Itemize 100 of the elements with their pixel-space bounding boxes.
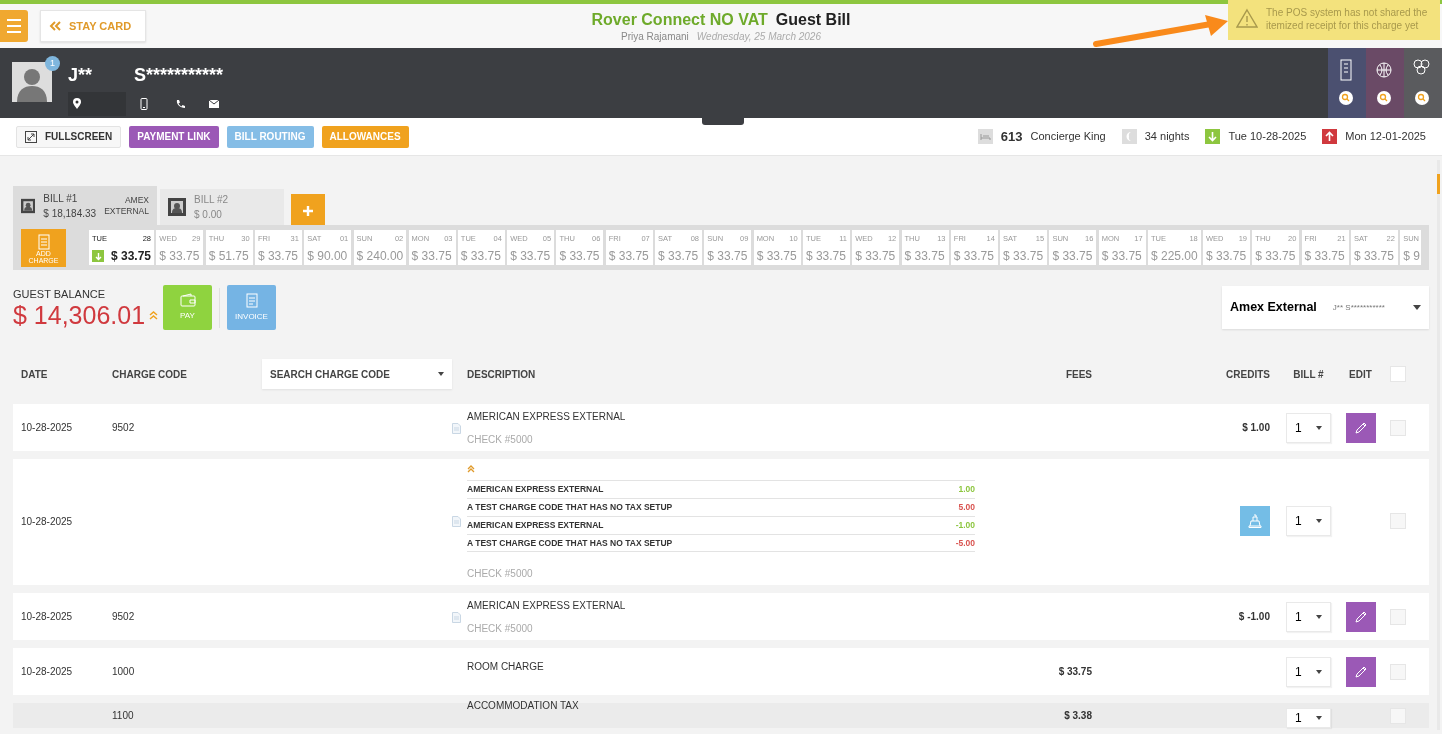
- description-cell-text: AMERICAN EXPRESS EXTERNAL: [467, 409, 627, 424]
- document-icon: [245, 292, 258, 308]
- row-checkbox[interactable]: [1390, 608, 1406, 625]
- day-amount: $ 33.75: [510, 248, 551, 265]
- detail-description: A TEST CHARGE CODE THAT HAS NO TAX SETUP: [467, 536, 673, 550]
- notice-text: The POS system has not shared the itemized receipt for this charge yet: [1266, 7, 1428, 31]
- caret-down-icon: [1316, 716, 1322, 720]
- arrow-down-icon: [1207, 131, 1219, 142]
- balance-amount: $ 14,306.01: [13, 302, 146, 330]
- select-all-checkbox[interactable]: [1390, 366, 1406, 382]
- description-cell-text: AMERICAN EXPRESS EXTERNAL: [467, 598, 627, 613]
- day-amount: $ 33.75: [953, 248, 994, 265]
- day-amount: $ 33.75: [855, 248, 896, 265]
- date-cell-text: 10-28-2025: [21, 421, 74, 435]
- row-checkbox[interactable]: [1390, 419, 1406, 436]
- departure-date: Mon 12-01-2025: [1345, 129, 1426, 145]
- column-header: DESCRIPTION: [467, 367, 537, 382]
- arrival-date: Tue 10-28-2025: [1228, 129, 1307, 145]
- edit-button[interactable]: [1345, 601, 1376, 632]
- bill-amount: $ 18,184.33: [43, 206, 97, 221]
- column-header: FEES: [1064, 367, 1092, 382]
- action-button[interactable]: BILL ROUTING: [226, 125, 314, 148]
- bill-tab[interactable]: BILL #1 $ 18,184.33 AMEX EXTERNAL: [13, 186, 157, 225]
- pay-button[interactable]: PAY: [163, 285, 212, 330]
- register-icon: [1248, 514, 1262, 528]
- column-header: CREDITS: [1225, 367, 1271, 382]
- bill-number-select[interactable]: 1: [1286, 412, 1331, 443]
- info-tile[interactable]: [1404, 48, 1442, 118]
- day-amount: $ 33.75: [159, 248, 200, 265]
- detail-description: A TEST CHARGE CODE THAT HAS NO TAX SETUP: [467, 501, 673, 514]
- fees-cell-text: $ 3.38: [1063, 709, 1092, 723]
- menu-button[interactable]: [0, 10, 28, 42]
- balance-label: GUEST BALANCE: [13, 286, 107, 302]
- room-type: Concierge King: [1030, 129, 1106, 145]
- bill-number-select[interactable]: 1: [1286, 656, 1331, 687]
- day-amount: $ 225.00: [1151, 248, 1198, 265]
- count-badge: 1: [45, 56, 60, 71]
- day-amount: $ 90.00: [307, 248, 348, 265]
- nights-count: 34 nights: [1144, 129, 1190, 145]
- day-amount: $ 240.00: [356, 248, 404, 265]
- charge-code-filter[interactable]: SEARCH CHARGE CODE: [262, 359, 452, 389]
- day-amount: $ 33.75: [559, 248, 600, 265]
- room-number: 613: [1000, 127, 1023, 146]
- note-text: CHECK #5000: [467, 567, 534, 581]
- action-button[interactable]: ALLOWANCES: [321, 125, 409, 148]
- guest-last-name: S***********: [134, 64, 224, 87]
- location-field[interactable]: [68, 92, 126, 116]
- action-button[interactable]: PAYMENT LINK: [129, 125, 219, 148]
- day-amount: $ 33.75: [257, 248, 298, 265]
- day-amount: $ 33.75: [904, 248, 945, 265]
- bill-payer: AMEX EXTERNAL: [104, 194, 149, 217]
- receipt-icon: [37, 233, 50, 250]
- bill-number-select[interactable]: 1: [1286, 601, 1331, 632]
- day-amount: $ 33.75: [756, 248, 797, 265]
- double-chevron-up-icon[interactable]: [467, 465, 475, 474]
- double-chevron-left-icon: [49, 21, 61, 31]
- charge-code-cell-text: 9502: [112, 610, 136, 624]
- wallet-icon: [179, 293, 196, 307]
- person-card-icon: [168, 198, 186, 216]
- day-amount: $ 33.75: [1304, 248, 1345, 265]
- detail-description: AMERICAN EXPRESS EXTERNAL: [467, 483, 604, 496]
- row-checkbox[interactable]: [1390, 513, 1406, 529]
- row-checkbox[interactable]: [1390, 663, 1406, 680]
- bill-number-select[interactable]: 1: [1286, 506, 1331, 536]
- mail-icon[interactable]: [209, 100, 219, 108]
- invoice-button[interactable]: INVOICE: [227, 285, 276, 330]
- guest-first-name: J**: [68, 64, 94, 87]
- receipt-button[interactable]: [1240, 506, 1270, 536]
- day-amount: $ 33.75: [707, 248, 748, 265]
- bill-label: BILL #1: [43, 191, 79, 206]
- payer-dropdown[interactable]: Amex External J** S***********: [1222, 286, 1429, 329]
- detail-description: AMERICAN EXPRESS EXTERNAL: [467, 519, 604, 532]
- day-amount: $ 33.75: [1101, 248, 1142, 265]
- phone-icon[interactable]: [175, 99, 185, 109]
- back-button[interactable]: STAY CARD: [40, 10, 147, 42]
- add-bill-button[interactable]: [291, 194, 325, 225]
- charge-code-cell-text: 9502: [112, 421, 136, 435]
- credits-cell-text: $ -1.00: [1238, 610, 1270, 624]
- bill-tab[interactable]: BILL #2 $ 0.00: [160, 189, 284, 225]
- note-text: CHECK #5000: [467, 432, 534, 447]
- column-header: CHARGE CODE: [112, 367, 188, 382]
- fullscreen-button[interactable]: FULLSCREEN: [16, 125, 122, 148]
- info-tile[interactable]: [1328, 48, 1366, 118]
- detail-amount: -5.00: [955, 536, 975, 550]
- bill-label: BILL #2: [194, 193, 229, 207]
- edit-button[interactable]: [1345, 656, 1376, 687]
- mobile-phone-icon[interactable]: [140, 98, 148, 110]
- warning-icon: [1236, 8, 1258, 28]
- plus-icon: [302, 205, 314, 218]
- day-amount: $ 33.75: [1003, 248, 1044, 265]
- info-tile[interactable]: [1366, 48, 1404, 118]
- bill-amount: $ 0.00: [194, 208, 223, 222]
- edit-button[interactable]: [1345, 412, 1376, 443]
- bill-number-select[interactable]: 1: [1286, 708, 1331, 728]
- user-name: Priya Rajamani: [621, 30, 689, 44]
- expand-icon: [25, 130, 37, 143]
- fees-cell-text: $ 33.75: [1057, 665, 1092, 679]
- day-amount: $ 33.75: [1206, 248, 1247, 265]
- double-chevron-up-icon: [149, 311, 159, 321]
- drawer-handle[interactable]: [702, 118, 744, 125]
